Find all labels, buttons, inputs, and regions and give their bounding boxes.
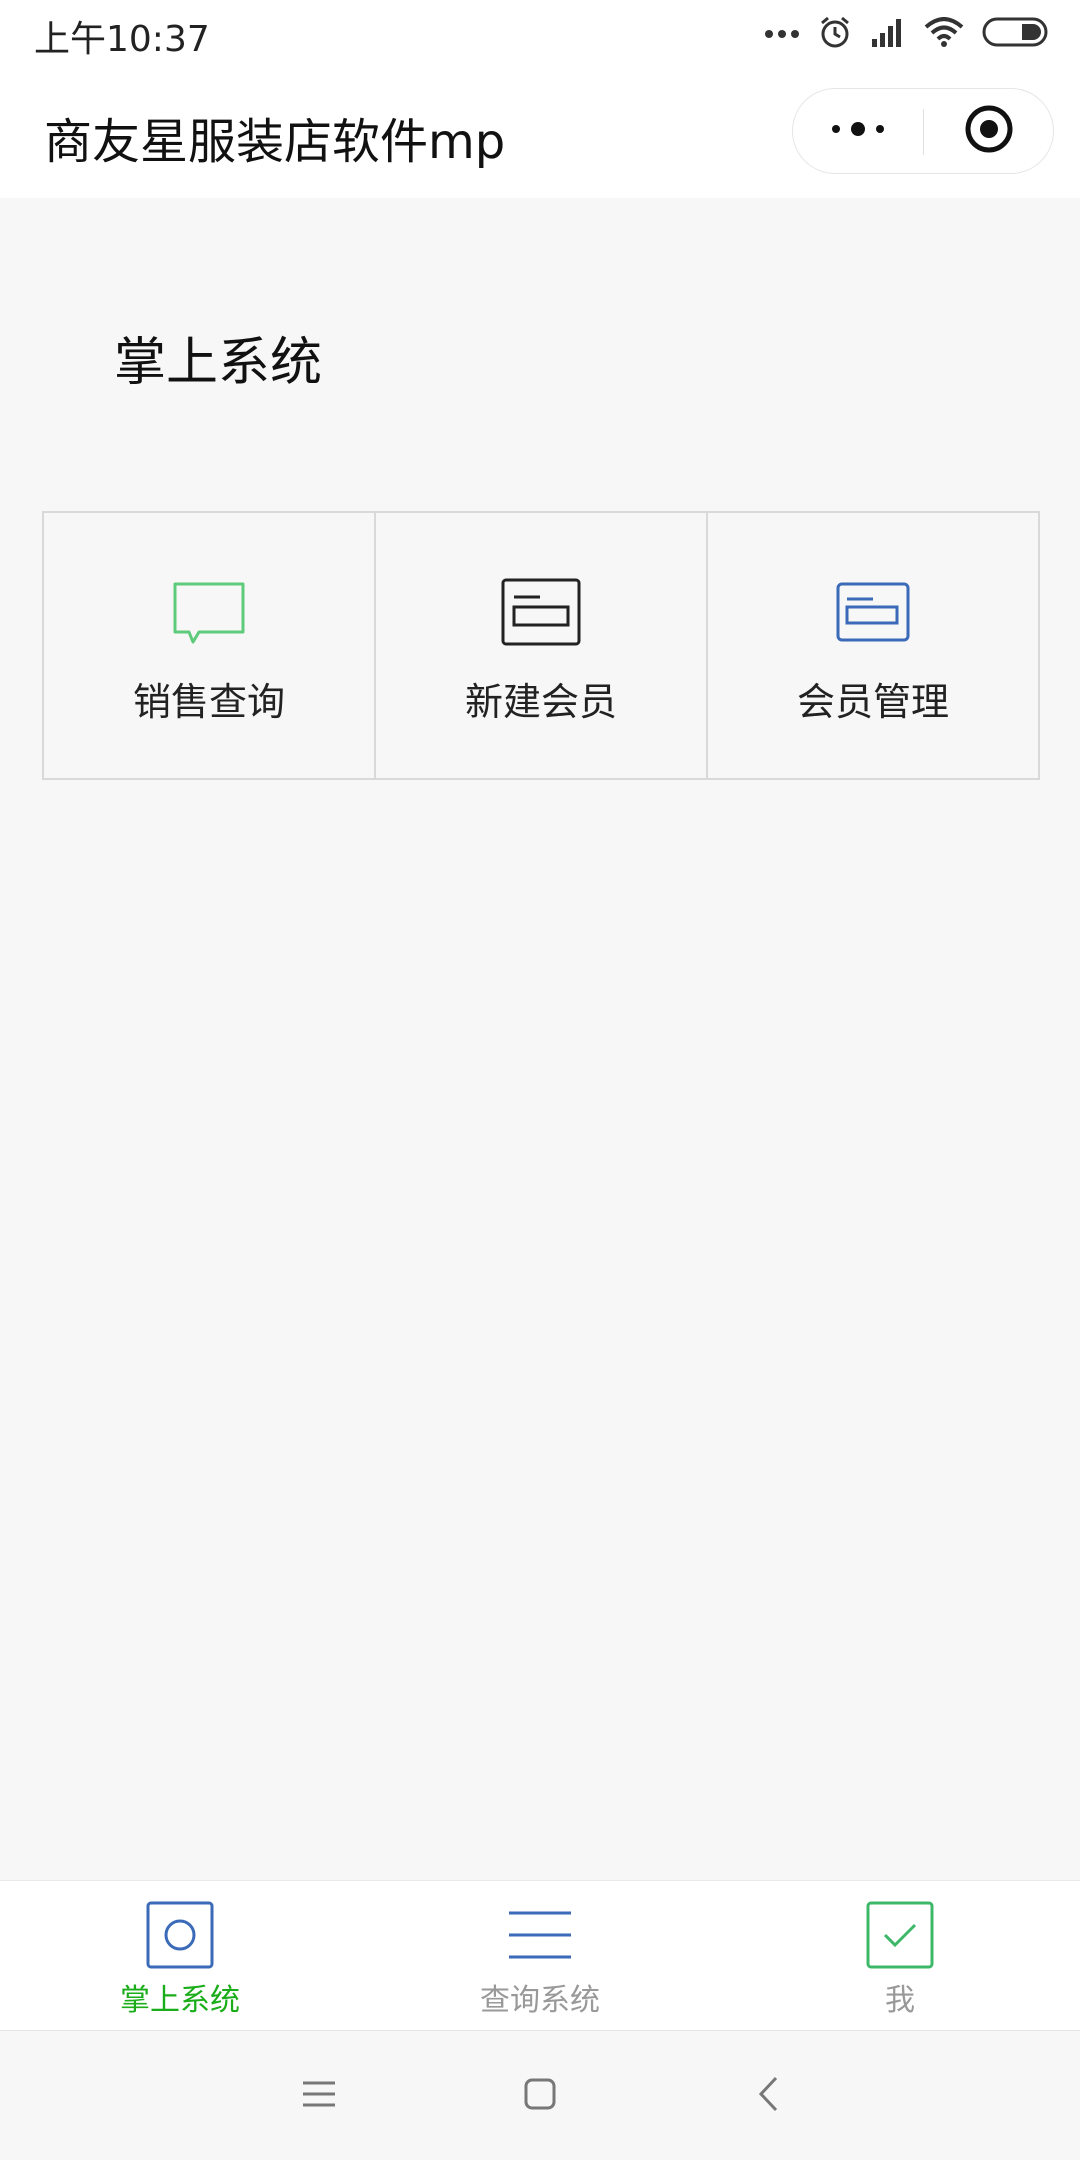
more-icon <box>830 121 886 141</box>
sales-query-button[interactable]: 销售查询 <box>44 513 376 778</box>
wifi-icon <box>924 17 964 51</box>
chat-bubble-icon <box>167 577 251 647</box>
back-icon <box>756 2075 780 2117</box>
nav-bar: 商友星服装店软件mp <box>0 70 1080 198</box>
grid-item-label: 会员管理 <box>796 680 949 724</box>
close-miniprogram-icon <box>964 104 1014 158</box>
menu-button[interactable] <box>294 2071 344 2121</box>
close-miniprogram-button[interactable] <box>924 89 1054 173</box>
page-title: 商友星服装店软件mp <box>44 114 506 170</box>
signal-icon <box>870 17 906 51</box>
grid-item-label: 销售查询 <box>132 680 285 724</box>
tab-me[interactable]: 我 <box>720 1881 1080 2030</box>
battery-icon <box>982 17 1048 51</box>
function-grid: 销售查询 新建会员 会员管理 <box>42 511 1040 780</box>
menu-lines-icon <box>504 1899 576 1971</box>
android-nav-bar <box>0 2030 1080 2160</box>
new-member-button[interactable]: 新建会员 <box>376 513 708 778</box>
member-management-button[interactable]: 会员管理 <box>708 513 1038 778</box>
status-bar: 上午10:37 <box>0 0 1080 70</box>
tab-label: 掌上系统 <box>120 1983 240 2018</box>
grid-item-label: 新建会员 <box>464 680 617 724</box>
tab-bar: 掌上系统 查询系统 我 <box>0 1880 1080 2030</box>
menu-icon <box>301 2079 337 2113</box>
tab-query-system[interactable]: 查询系统 <box>360 1881 720 2030</box>
capsule-menu <box>792 88 1054 174</box>
tab-label: 我 <box>885 1983 915 2018</box>
more-button[interactable] <box>793 89 923 173</box>
home-icon <box>523 2077 557 2115</box>
checkbox-icon <box>864 1899 936 1971</box>
card-icon <box>499 577 583 647</box>
alarm-icon <box>818 15 852 53</box>
screen: 上午10:37 商友星服装店软件mp 掌上系统 销售查询 新建会员 会员管理 掌… <box>0 0 1080 2160</box>
card-icon <box>831 577 915 647</box>
home-button[interactable] <box>515 2071 565 2121</box>
status-icons <box>764 14 1048 54</box>
back-button[interactable] <box>743 2071 793 2121</box>
tab-handheld-system[interactable]: 掌上系统 <box>0 1881 360 2030</box>
tab-label: 查询系统 <box>480 1983 600 2018</box>
status-time: 上午10:37 <box>34 19 210 60</box>
section-title: 掌上系统 <box>114 333 323 393</box>
circle-square-icon <box>144 1899 216 1971</box>
more-dots-icon <box>764 25 800 44</box>
